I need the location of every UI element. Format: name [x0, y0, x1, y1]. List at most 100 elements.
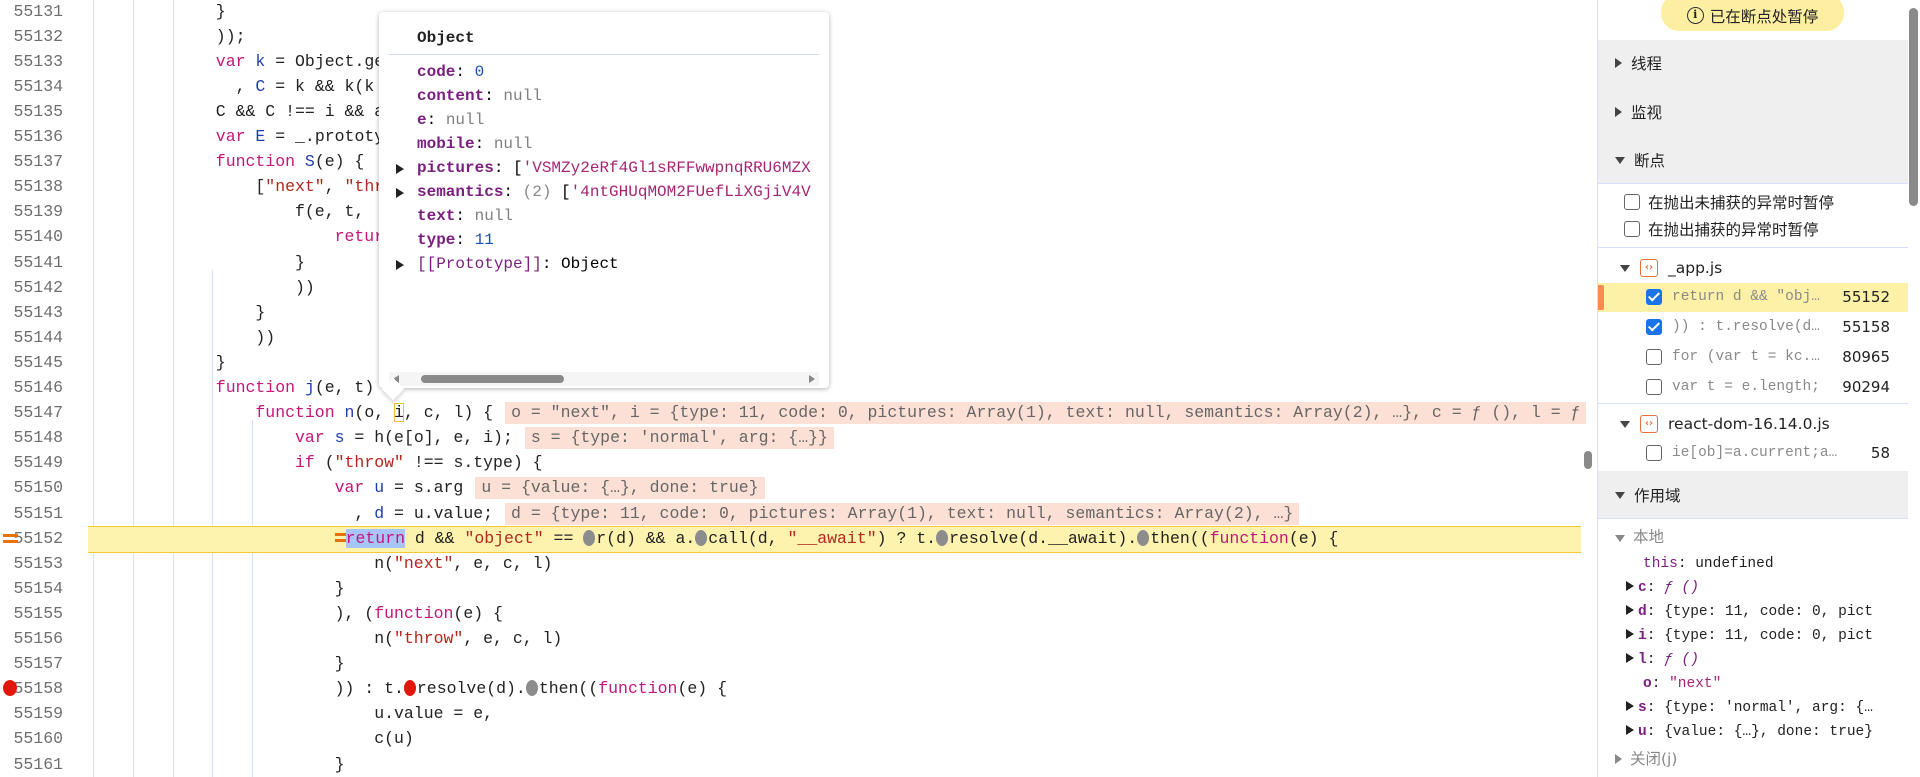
inline-breakpoint-icon[interactable] [525, 680, 538, 697]
code-line[interactable]: 55154} [0, 576, 1590, 601]
sidebar-scrollbar-thumb[interactable] [1909, 8, 1918, 206]
section-threads[interactable]: 线程 [1598, 39, 1908, 87]
line-number[interactable]: 55149 [0, 450, 63, 475]
line-number[interactable]: 55146 [0, 375, 63, 400]
breakpoint-checkbox[interactable] [1646, 349, 1662, 365]
pause-uncaught-checkbox[interactable]: 在抛出未捕获的异常时暂停 [1624, 190, 1834, 214]
breakpoint-checkbox[interactable] [1646, 445, 1662, 461]
line-number[interactable]: 55139 [0, 199, 63, 224]
breakpoint-item[interactable]: )) : t.resolve(d… 55158 [1598, 313, 1908, 342]
line-number[interactable]: 55145 [0, 350, 63, 375]
scope-variable[interactable]: l: ƒ () [1626, 648, 1699, 672]
scope-variable[interactable]: s: {type: 'normal', arg: {… [1626, 696, 1873, 720]
line-number[interactable]: 55159 [0, 701, 63, 726]
line-number[interactable]: 55144 [0, 325, 63, 350]
expand-triangle-icon[interactable] [1626, 629, 1634, 639]
pause-caught-checkbox[interactable]: 在抛出捕获的异常时暂停 [1624, 217, 1819, 241]
scroll-right-icon[interactable] [809, 375, 815, 383]
code-line[interactable]: 55150 var u = s.arg u = {value: {…}, done:… [0, 475, 1590, 500]
line-number[interactable]: 55143 [0, 300, 63, 325]
inline-breakpoint-icon[interactable] [695, 529, 708, 546]
scope-variable[interactable]: c: ƒ () [1626, 576, 1699, 600]
scope-variable[interactable]: d: {type: 11, code: 0, pict [1626, 600, 1873, 624]
breakpoint-checkbox[interactable] [1646, 319, 1662, 335]
object-property[interactable]: semantics: (2) ['4ntGHUqMOM2FUefLiXGjiV4… [379, 180, 819, 204]
scope-variable[interactable]: i: {type: 11, code: 0, pict [1626, 624, 1873, 648]
scope-local[interactable]: 本地 [1615, 525, 1664, 549]
object-property[interactable]: [[Prototype]]: Object [379, 252, 819, 276]
active-inline-breakpoint-icon[interactable] [403, 680, 416, 697]
scrollbar-thumb[interactable] [421, 375, 564, 383]
code-line[interactable]: 55161} [0, 752, 1590, 777]
code-line[interactable]: 55159 u.value = e, [0, 701, 1590, 726]
breakpoint-item[interactable]: for (var t = kc.… 80965 [1598, 343, 1908, 372]
line-number[interactable]: 55141 [0, 250, 63, 275]
line-number[interactable]: 55148 [0, 425, 63, 450]
breakpoint-item[interactable]: return d && "obj… 55152 [1598, 283, 1908, 312]
line-number[interactable]: 55140 [0, 224, 63, 249]
string-literal: "throw" [334, 453, 404, 473]
code-line[interactable]: 55157} [0, 651, 1590, 676]
line-number[interactable]: 55156 [0, 626, 63, 651]
line-number[interactable]: 55134 [0, 74, 63, 99]
line-number[interactable]: 55132 [0, 24, 63, 49]
line-number[interactable]: 55131 [0, 0, 63, 24]
expand-triangle-icon[interactable] [1626, 605, 1634, 615]
line-number[interactable]: 55151 [0, 501, 63, 526]
checkbox[interactable] [1624, 221, 1640, 237]
code-line[interactable]: 55149 if ("throw" !== s.type) { [0, 450, 1590, 475]
code-line[interactable]: 55151, d = u.value; d = {type: 11, code: … [0, 501, 1590, 526]
section-watch[interactable]: 监视 [1598, 88, 1908, 136]
checkbox[interactable] [1624, 194, 1640, 210]
code-line[interactable]: 55160 c(u) [0, 726, 1590, 751]
line-number[interactable]: 55142 [0, 275, 63, 300]
breakpoint-item[interactable]: ie[ob]=a.current;a… 58 [1598, 439, 1908, 468]
line-number[interactable]: 55155 [0, 601, 63, 626]
code-line[interactable]: 55156 n("throw", e, c, l) [0, 626, 1590, 651]
line-number[interactable]: 55154 [0, 576, 63, 601]
object-property[interactable]: pictures: ['VSMZy2eRf4Gl1sRFFwwpnqRRU6MZ… [379, 156, 819, 180]
line-number[interactable]: 55137 [0, 149, 63, 174]
line-number[interactable]: 55161 [0, 752, 63, 777]
editor-scrollbar-thumb[interactable] [1584, 451, 1592, 469]
line-number[interactable]: 55135 [0, 99, 63, 124]
line-number[interactable]: 55153 [0, 551, 63, 576]
code-line[interactable]: 55152 return d && "object" == r(d) && a. c… [0, 526, 1590, 551]
code-token: } [334, 578, 345, 598]
breakpoint-checkbox[interactable] [1646, 289, 1662, 305]
breakpoint-checkbox[interactable] [1646, 379, 1662, 395]
variable-value: "next" [1669, 676, 1722, 692]
section-scope[interactable]: 作用域 [1598, 471, 1908, 519]
expand-triangle-icon[interactable] [1626, 581, 1634, 591]
line-number[interactable]: 55136 [0, 124, 63, 149]
inline-breakpoint-icon[interactable] [936, 529, 949, 546]
code-line[interactable]: 55153 n("next", e, c, l) [0, 551, 1590, 576]
breakpoint-file[interactable]: ‹› react-dom-16.14.0.js [1620, 411, 1830, 437]
code-line[interactable]: 55155), (function(e) { [0, 601, 1590, 626]
section-breakpoints[interactable]: 断点 [1598, 136, 1908, 184]
highlighted-identifier[interactable]: i [394, 403, 404, 423]
code-line[interactable]: 55147 function n(o, i, c, l) {o = "next",… [0, 400, 1590, 425]
expand-triangle-icon[interactable] [396, 260, 404, 270]
line-number[interactable]: 55133 [0, 49, 63, 74]
line-number[interactable]: 55157 [0, 651, 63, 676]
breakpoint-item[interactable]: var t = e.length; 90294 [1598, 373, 1908, 402]
code-line[interactable]: 55148 var s = h(e[o], e, i); s = {type: 'n… [0, 425, 1590, 450]
line-number[interactable]: 55160 [0, 726, 63, 751]
inline-breakpoint-icon[interactable] [583, 529, 596, 546]
expand-triangle-icon[interactable] [396, 164, 404, 174]
expand-triangle-icon[interactable] [1626, 653, 1634, 663]
line-number[interactable]: 55138 [0, 174, 63, 199]
code-line[interactable]: 55158)) : t. resolve(d). then((function(e)… [0, 676, 1590, 701]
line-number[interactable]: 55150 [0, 475, 63, 500]
expand-triangle-icon[interactable] [1626, 701, 1634, 711]
line-number[interactable]: 55147 [0, 400, 63, 425]
horizontal-scrollbar[interactable] [389, 372, 819, 386]
property-key: e [417, 111, 427, 129]
expand-triangle-icon[interactable] [396, 188, 404, 198]
inline-breakpoint-icon[interactable] [1137, 529, 1150, 546]
expand-triangle-icon[interactable] [1626, 725, 1634, 735]
scope-closure[interactable]: 关闭(j) [1615, 747, 1677, 771]
breakpoint-file[interactable]: ‹› _app.js [1620, 255, 1722, 281]
scope-variable[interactable]: u: {value: {…}, done: true} [1626, 720, 1873, 744]
